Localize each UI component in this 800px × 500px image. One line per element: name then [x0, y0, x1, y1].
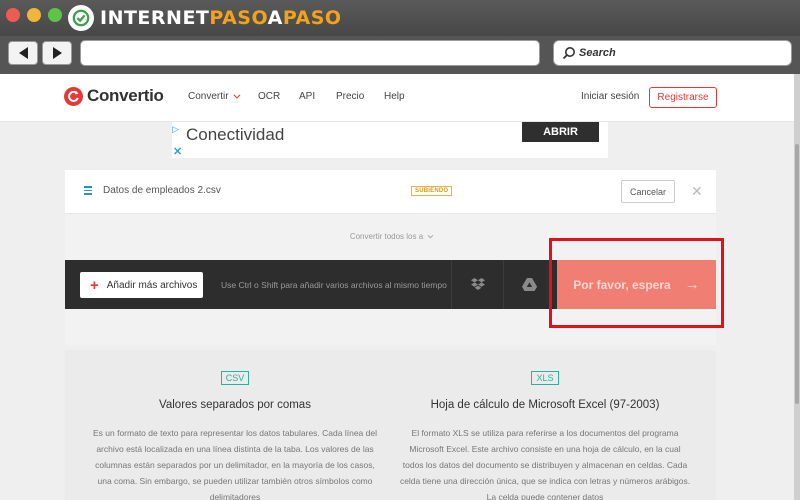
format-title: Valores separados por comas	[159, 399, 311, 411]
forward-button[interactable]	[42, 41, 72, 65]
convertio-logo[interactable]: Convertio	[64, 86, 164, 106]
file-name: Datos de empleados 2.csv	[103, 185, 221, 196]
format-info-section: CSV Valores separados por comas Es un fo…	[65, 350, 716, 500]
scrollbar-thumb[interactable]	[795, 144, 799, 404]
chevron-down-icon	[232, 91, 241, 99]
window-titlebar: INTERNETPASOAPASO	[0, 0, 800, 36]
format-description: Es un formato de texto para representar …	[93, 428, 377, 500]
search-icon	[562, 47, 575, 60]
plus-icon: +	[90, 276, 99, 294]
watermark-brand: INTERNETPASOAPASO	[68, 3, 342, 33]
back-arrow-icon	[18, 47, 28, 59]
search-field[interactable]: Search	[553, 40, 792, 66]
menu-ocr[interactable]: OCR	[258, 91, 280, 102]
search-placeholder: Search	[579, 47, 616, 59]
maximize-window-button[interactable]	[48, 8, 62, 22]
ad-banner[interactable]: ▷ ✕ Conectividad ABRIR	[172, 122, 608, 158]
dropbox-icon	[470, 278, 485, 290]
login-link[interactable]: Iniciar sesión	[581, 91, 639, 102]
add-more-files-label: Añadir más archivos	[106, 279, 198, 291]
ad-close-icon[interactable]: ✕	[173, 145, 182, 158]
close-window-button[interactable]	[6, 8, 20, 22]
menu-convertir[interactable]: Convertir	[188, 91, 241, 102]
back-button[interactable]	[8, 41, 38, 65]
remove-file-close-icon[interactable]: ✕	[691, 183, 703, 200]
cancel-button[interactable]: Cancelar	[621, 180, 675, 203]
browser-toolbar: Search	[0, 36, 800, 74]
page-scrollbar[interactable]	[794, 74, 800, 500]
google-drive-icon	[522, 278, 537, 291]
annotation-highlight-box	[549, 238, 724, 328]
menu-precio[interactable]: Precio	[336, 91, 364, 102]
format-description: El formato XLS se utiliza para referirse…	[399, 428, 691, 500]
address-bar[interactable]	[80, 40, 540, 66]
ad-open-button[interactable]: ABRIR	[522, 122, 599, 142]
file-row: Datos de empleados 2.csv SUBIENDO Cancel…	[65, 170, 716, 214]
dropbox-button[interactable]	[451, 260, 503, 309]
format-card-xls: XLS Hoja de cálculo de Microsoft Excel (…	[395, 350, 695, 500]
chevron-down-icon	[427, 232, 434, 239]
register-button[interactable]: Registrarse	[649, 87, 717, 108]
add-more-files-button[interactable]: + Añadir más archivos	[80, 272, 203, 298]
site-header: Convertio Convertir OCR API Precio Help …	[0, 74, 794, 122]
format-badge: CSV	[220, 371, 250, 385]
multi-select-hint: Use Ctrl o Shift para añadir varios arch…	[221, 280, 447, 290]
brand-text: INTERNETPASOAPASO	[100, 7, 342, 29]
menu-help[interactable]: Help	[384, 91, 405, 102]
upload-status-badge: SUBIENDO	[411, 186, 453, 196]
convertio-logo-icon	[64, 86, 83, 106]
google-drive-button[interactable]	[503, 260, 555, 309]
forward-arrow-icon	[52, 47, 62, 59]
file-lines-icon	[84, 186, 92, 196]
format-card-csv: CSV Valores separados por comas Es un fo…	[85, 350, 385, 500]
logo-text: Convertio	[87, 86, 164, 105]
format-title: Hoja de cálculo de Microsoft Excel (97-2…	[430, 399, 660, 411]
menu-api[interactable]: API	[299, 91, 315, 102]
format-badge: XLS	[531, 371, 559, 385]
minimize-window-button[interactable]	[27, 8, 41, 22]
brand-logo-icon	[68, 5, 94, 31]
ad-text: Conectividad	[186, 125, 285, 144]
ad-choices-icon[interactable]: ▷	[172, 124, 179, 135]
